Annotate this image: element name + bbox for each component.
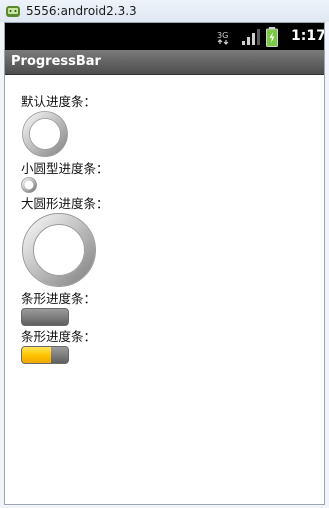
app-title-bar: ProgressBar (5, 50, 324, 75)
network-3g-icon: 3G (217, 31, 229, 45)
battery-charging-icon (266, 27, 278, 47)
app-title: ProgressBar (11, 54, 101, 69)
status-bar: 3G 1:17 (5, 23, 325, 50)
horizontal-progress-bar (21, 308, 69, 326)
window-titlebar: 5556:android2.3.3 (0, 0, 329, 22)
signal-strength-icon (242, 29, 260, 45)
android-app-icon (6, 6, 20, 17)
window-title: 5556:android2.3.3 (26, 4, 137, 18)
bar-progress-label-2: 条形进度条： (21, 329, 97, 344)
progress-fill (22, 347, 51, 363)
svg-text:3G: 3G (217, 31, 228, 40)
default-progress-label: 默认进度条： (21, 94, 97, 109)
default-spinner (22, 111, 68, 157)
large-progress-label: 大圆形进度条： (21, 196, 109, 211)
status-time: 1:17 (291, 28, 325, 44)
large-spinner (22, 213, 96, 287)
small-progress-label: 小圆型进度条： (21, 161, 109, 176)
small-spinner (21, 177, 37, 193)
horizontal-progress-bar-filled (21, 346, 69, 364)
bar-progress-label: 条形进度条： (21, 291, 97, 306)
emulator-screen: 3G 1:17 ProgressBar 默认进度条： 小圆型进度条： 大圆形进度… (4, 22, 325, 505)
